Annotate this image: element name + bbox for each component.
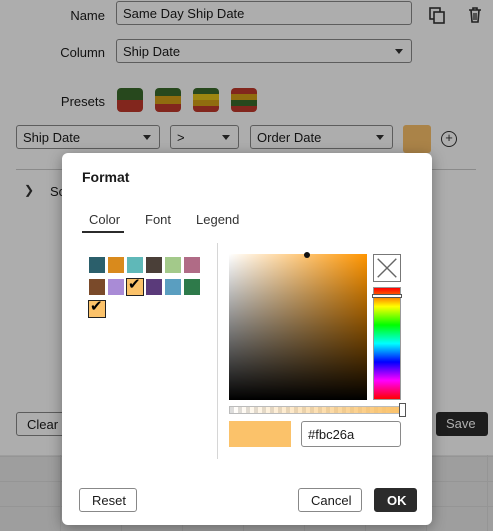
palette-swatch[interactable]: ✔ <box>88 298 106 318</box>
reset-button[interactable]: Reset <box>79 488 137 512</box>
palette-swatch[interactable] <box>165 279 181 295</box>
hue-handle[interactable] <box>372 294 402 298</box>
tab-font[interactable]: Font <box>145 212 171 227</box>
palette-swatch[interactable] <box>127 257 143 273</box>
palette-swatch[interactable]: ✔ <box>126 276 144 296</box>
palette-swatch[interactable] <box>108 257 124 273</box>
opacity-handle[interactable] <box>399 403 406 417</box>
saturation-handle[interactable] <box>304 252 310 258</box>
hex-input[interactable] <box>301 421 401 447</box>
palette-swatch[interactable] <box>165 257 181 273</box>
palette-swatch[interactable] <box>108 279 124 295</box>
palette-swatch[interactable] <box>89 279 105 295</box>
opacity-slider[interactable] <box>229 406 401 414</box>
palette-swatch[interactable] <box>184 279 200 295</box>
palette-swatch[interactable] <box>184 257 200 273</box>
cancel-button[interactable]: Cancel <box>298 488 362 512</box>
saturation-value-picker[interactable] <box>229 254 367 400</box>
tab-legend[interactable]: Legend <box>196 212 239 227</box>
checkmark-icon: ✔ <box>128 276 141 293</box>
palette-swatch[interactable] <box>146 257 162 273</box>
no-color-icon[interactable] <box>373 254 401 282</box>
palette-swatch[interactable] <box>146 279 162 295</box>
active-tab-indicator <box>82 231 124 233</box>
hue-slider[interactable] <box>373 287 401 400</box>
checkmark-icon: ✔ <box>90 298 103 315</box>
dialog-title: Format <box>82 169 130 185</box>
ok-button[interactable]: OK <box>374 488 417 512</box>
vertical-divider <box>217 243 218 459</box>
format-dialog: Format Color Font Legend ✔ ✔ Reset Cancel… <box>62 153 432 525</box>
color-preview <box>229 421 291 447</box>
tab-color[interactable]: Color <box>89 212 120 227</box>
palette-swatch[interactable] <box>89 257 105 273</box>
